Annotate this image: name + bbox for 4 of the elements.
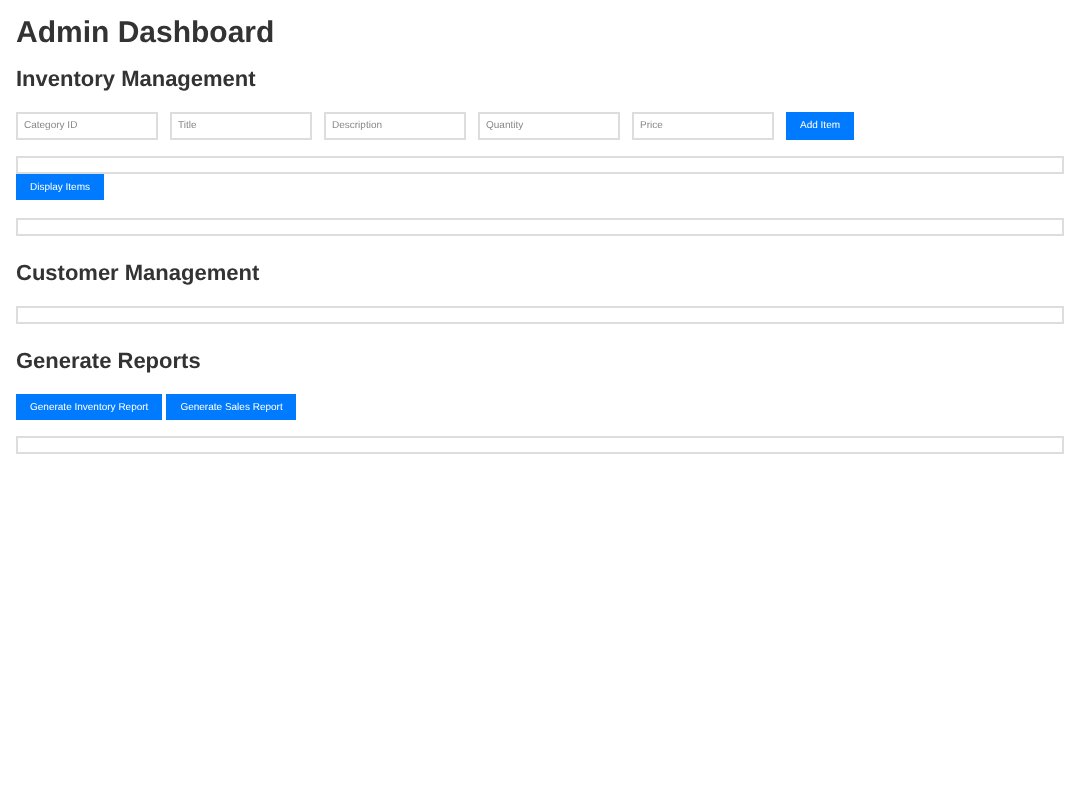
section-heading: Inventory Management — [16, 68, 258, 94]
page-title: Admin Dashboard — [16, 16, 277, 52]
section-heading: Customer Management — [16, 262, 262, 288]
section-heading: Generate Reports — [16, 350, 203, 376]
